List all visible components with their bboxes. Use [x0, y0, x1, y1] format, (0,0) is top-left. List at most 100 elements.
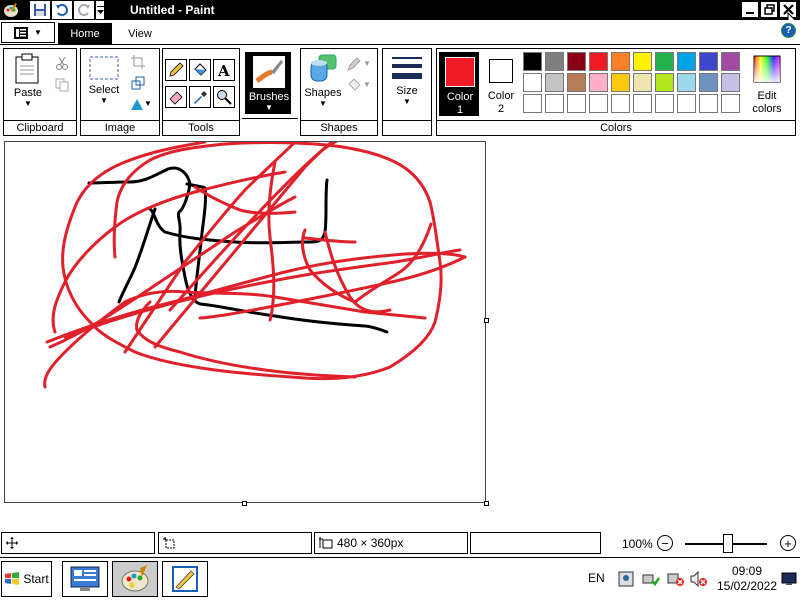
fill-button[interactable]: ▼ — [345, 75, 373, 95]
restore-button[interactable] — [760, 1, 778, 18]
magnifier-tool[interactable] — [213, 86, 235, 108]
palette-swatch[interactable] — [545, 52, 564, 71]
taskbar-sticky-notes[interactable] — [162, 561, 208, 597]
palette-swatch[interactable] — [545, 94, 564, 113]
resize-button[interactable] — [128, 73, 148, 93]
color1-swatch — [445, 57, 475, 87]
select-button[interactable]: Select ▼ — [84, 54, 124, 105]
fill-tool[interactable] — [189, 59, 211, 81]
palette-swatch[interactable] — [677, 73, 696, 92]
show-desktop-icon[interactable] — [780, 570, 798, 588]
language-indicator[interactable]: EN — [588, 571, 605, 585]
outline-button[interactable]: ▼ — [345, 54, 373, 74]
palette-swatch[interactable] — [633, 94, 652, 113]
palette-swatch[interactable] — [589, 94, 608, 113]
palette-swatch[interactable] — [633, 73, 652, 92]
palette-swatch[interactable] — [721, 52, 740, 71]
cut-button[interactable] — [52, 53, 72, 73]
edit-colors-button[interactable]: Edit colors — [741, 52, 793, 116]
palette-swatch[interactable] — [567, 94, 586, 113]
drawing-canvas[interactable] — [4, 130, 486, 503]
zoom-slider-thumb[interactable] — [723, 534, 733, 553]
palette-swatch[interactable] — [611, 73, 630, 92]
brushes-button[interactable]: Brushes ▼ — [245, 52, 291, 114]
color2-label-line1: Color — [487, 90, 515, 102]
crop-button[interactable] — [128, 52, 148, 72]
tab-home[interactable]: Home — [58, 23, 112, 45]
eraser-tool[interactable] — [165, 86, 187, 108]
zoom-out-button[interactable]: − — [657, 535, 673, 551]
canvas-size-box: 480 × 360px — [314, 532, 468, 554]
palette-swatch[interactable] — [677, 52, 696, 71]
palette-swatch[interactable] — [589, 73, 608, 92]
size-group: Size ▼ — [382, 48, 432, 136]
palette-swatch[interactable] — [699, 73, 718, 92]
help-icon[interactable]: ? — [781, 23, 796, 38]
palette-swatch[interactable] — [721, 73, 740, 92]
chevron-down-icon: ▼ — [100, 96, 108, 105]
start-button[interactable]: Start — [1, 561, 52, 597]
outline-pen-icon — [347, 57, 361, 71]
copy-button[interactable] — [52, 75, 72, 95]
customize-quick-access-dropdown[interactable] — [96, 1, 104, 19]
color-picker-tool[interactable] — [189, 86, 211, 108]
save-icon[interactable] — [30, 1, 50, 19]
clock-date: 15/02/2022 — [716, 579, 778, 593]
paste-button[interactable]: Paste ▼ — [8, 53, 48, 108]
resize-handle-bottom[interactable] — [242, 501, 247, 506]
palette-swatch[interactable] — [611, 52, 630, 71]
size-button[interactable]: Size ▼ — [387, 55, 427, 106]
palette-swatch[interactable] — [633, 52, 652, 71]
power-warning-icon[interactable] — [667, 570, 685, 588]
text-tool[interactable]: A — [213, 59, 235, 81]
palette-swatch[interactable] — [677, 94, 696, 113]
volume-muted-icon[interactable] — [690, 570, 708, 588]
palette-swatch[interactable] — [523, 73, 542, 92]
redo-icon[interactable] — [74, 1, 94, 19]
palette-swatch[interactable] — [567, 52, 586, 71]
palette-swatch[interactable] — [699, 94, 718, 113]
palette-swatch[interactable] — [721, 94, 740, 113]
palette-swatch[interactable] — [545, 73, 564, 92]
palette-swatch[interactable] — [589, 52, 608, 71]
rotate-button[interactable]: ▼ — [128, 94, 154, 114]
palette-swatch[interactable] — [655, 94, 674, 113]
shapes-group-label: Shapes — [301, 120, 377, 134]
pencil-tool[interactable] — [165, 59, 187, 81]
resize-icon — [131, 76, 145, 90]
resize-handle-corner[interactable] — [484, 501, 489, 506]
color2-button[interactable]: Color 2 — [482, 52, 520, 116]
network-icon[interactable] — [642, 570, 660, 588]
taskbar-clock[interactable]: 09:09 15/02/2022 — [716, 564, 778, 594]
magnifier-icon — [217, 90, 232, 105]
palette-swatch[interactable] — [523, 52, 542, 71]
shapes-icon — [310, 54, 337, 82]
palette-swatch[interactable] — [655, 52, 674, 71]
brushes-label: Brushes — [248, 91, 290, 103]
palette-swatch[interactable] — [611, 94, 630, 113]
resize-handle-right[interactable] — [484, 318, 489, 323]
canvas-size-icon — [319, 537, 333, 549]
color1-button[interactable]: Color 1 — [439, 52, 479, 116]
undo-icon[interactable] — [52, 1, 72, 19]
palette-swatch[interactable] — [523, 94, 542, 113]
paint-app-icon[interactable] — [3, 2, 19, 18]
zoom-in-button[interactable]: + — [780, 535, 796, 551]
taskbar-control-panel[interactable] — [62, 561, 108, 597]
palette-swatch[interactable] — [567, 73, 586, 92]
action-center-icon[interactable] — [617, 570, 635, 588]
line-size-icon — [392, 57, 422, 79]
palette-swatch[interactable] — [655, 73, 674, 92]
title-bar: Untitled - Paint — [0, 0, 800, 29]
palette-swatch[interactable] — [699, 52, 718, 71]
text-icon: A — [217, 62, 230, 78]
ribbon-tab-row: ▼ Home View — [0, 20, 800, 45]
windows-logo-icon — [5, 572, 20, 585]
minimize-button[interactable] — [741, 1, 759, 18]
shapes-button[interactable]: Shapes ▼ — [303, 53, 343, 108]
taskbar-paint[interactable] — [112, 561, 158, 597]
svg-text:A: A — [217, 62, 230, 78]
image-group: Select ▼ ▼ Image — [80, 48, 160, 136]
tab-view[interactable]: View — [116, 23, 164, 45]
paint-menu-button[interactable]: ▼ — [1, 22, 55, 43]
